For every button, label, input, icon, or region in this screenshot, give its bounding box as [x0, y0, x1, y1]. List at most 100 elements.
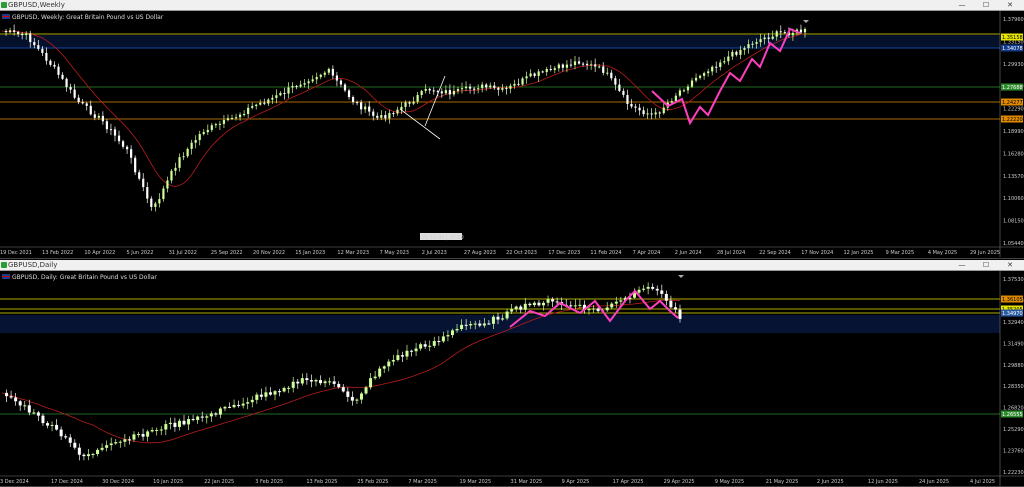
close-button[interactable]: ✕: [998, 0, 1022, 10]
daily-candle: [359, 393, 363, 400]
maximize-button[interactable]: ☐: [974, 260, 998, 270]
daily-candle: [437, 341, 441, 343]
daily-candle: [159, 429, 163, 431]
daily-candle: [346, 391, 350, 397]
price-tick-label: 1.22290: [1003, 107, 1024, 113]
weekly-candle: [355, 102, 359, 104]
date-tick-label: 13 Feb 2022: [42, 250, 73, 256]
weekly-candle: [573, 61, 577, 66]
daily-candle: [578, 304, 582, 306]
daily-candle: [191, 419, 195, 421]
daily-candle: [642, 288, 646, 290]
weekly-candle: [81, 102, 84, 104]
weekly-candle: [799, 29, 803, 33]
daily-candle: [255, 394, 259, 400]
weekly-candle: [247, 107, 250, 115]
weekly-candle: [569, 64, 573, 66]
weekly-candle: [606, 72, 609, 74]
daily-candle: [414, 348, 418, 352]
daily-chart[interactable]: GBPUSD, Daily: Great Britain Pound vs US…: [0, 271, 1024, 486]
weekly-candle: [271, 97, 274, 100]
daily-candle: [32, 412, 36, 414]
weekly-candle: [497, 87, 500, 90]
daily-candle: [100, 447, 104, 450]
chart-window-icon: [1, 2, 7, 8]
daily-candle: [155, 429, 159, 431]
daily-candle: [164, 424, 168, 430]
daily-candle: [150, 430, 154, 432]
weekly-candle: [630, 103, 633, 107]
weekly-candle: [130, 149, 133, 158]
daily-candle: [187, 419, 191, 425]
daily-chart-canvas[interactable]: GBPUSD, Daily: Great Britain Pound vs US…: [0, 271, 1024, 486]
daily-candle: [91, 454, 95, 456]
weekly-candle: [646, 113, 649, 115]
weekly-candle: [97, 115, 100, 118]
date-tick-label: 5 Jun 2022: [127, 250, 154, 256]
daily-candle: [669, 300, 673, 308]
daily-titlebar[interactable]: GBPUSD,Daily — ☐ ✕: [0, 260, 1024, 271]
weekly-candle: [190, 142, 193, 149]
daily-candle: [5, 392, 9, 397]
weekly-candle: [93, 114, 96, 118]
weekly-candle: [634, 106, 637, 108]
daily-candle: [141, 434, 145, 437]
date-tick-label: 4 May 2025: [928, 250, 957, 256]
daily-candle: [36, 412, 40, 416]
date-tick-label: 9 Mar 2025: [886, 250, 915, 256]
daily-candle: [268, 392, 272, 395]
weekly-candle: [739, 49, 742, 55]
weekly-candle: [537, 71, 540, 76]
weekly-candle: [202, 132, 205, 135]
date-tick-label: 31 Mar 2025: [511, 479, 543, 485]
daily-candle: [232, 404, 236, 408]
date-tick-label: 19 Dec 2021: [0, 250, 32, 256]
weekly-candle: [150, 198, 153, 207]
weekly-titlebar[interactable]: GBPUSD,Weekly — ☐ ✕: [0, 0, 1024, 11]
daily-candle: [246, 402, 250, 404]
weekly-candle: [162, 188, 165, 200]
weekly-candle: [8, 30, 12, 33]
weekly-candle: [509, 85, 512, 89]
weekly-candle: [404, 102, 407, 107]
daily-candle: [555, 301, 559, 303]
daily-candle: [428, 345, 432, 347]
weekly-candle: [396, 109, 399, 114]
close-button[interactable]: ✕: [998, 260, 1022, 270]
weekly-candle: [541, 71, 544, 73]
daily-candle: [532, 302, 536, 306]
daily-candle: [528, 303, 532, 306]
weekly-candle: [763, 37, 766, 40]
price-tick-label: 1.18990: [1003, 129, 1024, 135]
daily-candle: [41, 415, 45, 424]
weekly-candle: [468, 86, 472, 89]
weekly-chart-canvas[interactable]: GBPUSD, Weekly: Great Britain Pound vs U…: [0, 11, 1024, 257]
date-tick-label: 4 Jul 2025: [970, 479, 995, 485]
date-tick-label: 15 Jan 2023: [295, 250, 325, 256]
weekly-candle: [545, 68, 548, 73]
weekly-candle: [13, 30, 16, 32]
weekly-chart[interactable]: GBPUSD, Weekly: Great Britain Pound vs U…: [0, 11, 1024, 257]
maximize-button[interactable]: ☐: [974, 0, 998, 10]
daily-candle: [537, 302, 541, 306]
weekly-candle: [779, 31, 782, 33]
weekly-candle: [53, 64, 56, 67]
minimize-button[interactable]: —: [950, 260, 974, 270]
daily-candle: [323, 381, 327, 384]
weekly-candle: [323, 72, 326, 75]
date-tick-label: 11 Feb 2024: [590, 250, 621, 256]
minimize-button[interactable]: —: [950, 0, 974, 10]
weekly-candle: [747, 44, 750, 49]
daily-window-title: GBPUSD,Daily: [8, 261, 58, 269]
weekly-candle: [21, 33, 24, 36]
daily-candle: [123, 439, 127, 442]
weekly-chart-window[interactable]: GBPUSD,Weekly — ☐ ✕ GBPUSD, Weekly: Grea…: [0, 0, 1024, 259]
weekly-candle: [368, 106, 371, 112]
weekly-trendline-white[interactable]: [399, 75, 446, 140]
daily-candle: [487, 323, 491, 325]
weekly-candle: [259, 102, 262, 105]
weekly-candle: [577, 61, 581, 64]
daily-candle: [523, 303, 527, 310]
daily-chart-window[interactable]: GBPUSD,Daily — ☐ ✕ GBPUSD, Daily: Great …: [0, 260, 1024, 487]
date-tick-label: 29 Jun 2025: [970, 250, 1000, 256]
